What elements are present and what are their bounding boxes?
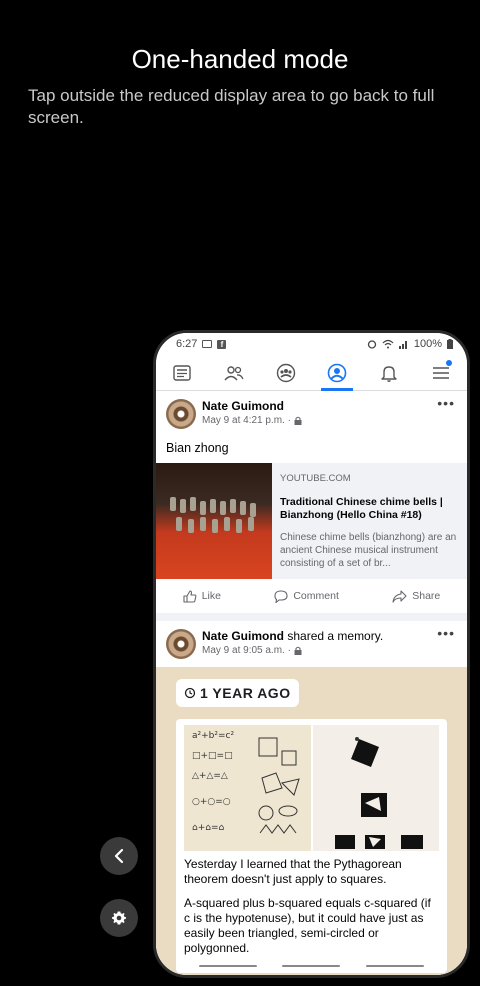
wifi-icon [382,339,394,349]
memory-post-card: Nate Guimond shared a memory. May 9 at 9… [156,621,467,975]
comment-button[interactable]: Comment [274,589,339,603]
tab-news-feed[interactable] [162,355,202,391]
lock-icon [294,646,302,655]
memory-card: a²+b²=c² □+□=□ △+△=△ ○+○=○ ⌂+⌂=⌂ Yesterd… [176,719,447,973]
one-handed-title: One-handed mode [131,44,349,74]
memory-badge: 1 YEAR AGO [176,679,299,707]
tab-profile[interactable] [317,355,357,391]
memory-content[interactable]: 1 YEAR AGO a²+b²=c² □+□=□ △+△=△ ○+○=○ ⌂+… [156,667,467,975]
tab-menu[interactable] [421,355,461,391]
navigation-gesture-bar [156,965,467,971]
facebook-notification-icon: f [217,339,227,349]
image-notification-icon [202,340,213,348]
groups-icon [276,363,295,382]
status-time: 6:27 [176,338,198,350]
share-icon [392,589,407,603]
post-timestamp[interactable]: May 9 at 4:21 p.m. · [202,415,291,426]
switch-side-button[interactable] [100,837,138,875]
post-timestamp[interactable]: May 9 at 9:05 a.m. · [202,645,291,656]
post-options-icon[interactable]: ••• [437,395,455,411]
tab-groups[interactable] [266,355,306,391]
post-author[interactable]: Nate Guimond [202,629,284,643]
link-preview[interactable]: YOUTUBE.COM Traditional Chinese chime be… [156,463,467,579]
profile-icon [328,363,347,382]
post-options-icon[interactable]: ••• [437,625,455,641]
post-action-text: shared a memory. [287,629,384,643]
comment-icon [274,589,288,603]
battery-percent: 100% [413,338,442,350]
notification-dot [446,359,453,366]
link-description: Chinese chime bells (bianzhong) are an a… [280,532,457,569]
bell-icon [381,365,397,382]
video-thumbnail[interactable] [156,463,272,579]
thumbs-up-icon [183,589,197,603]
alarm-icon [367,340,377,349]
sketch-image-left: a²+b²=c² □+□=□ △+△=△ ○+○=○ ⌂+⌂=⌂ [184,725,311,851]
sketch-image-right [312,725,439,851]
comment-label: Comment [293,590,339,602]
share-button[interactable]: Share [392,589,441,603]
reduced-display[interactable]: 6:27 f 100% Nate Guimond May 9 at 4:21 p… [153,330,470,978]
post-author[interactable]: Nate Guimond [202,399,284,413]
post-actions: Like Comment Share [156,579,467,613]
menu-icon [433,366,450,379]
avatar[interactable] [166,399,196,429]
post-text: Bian zhong [166,441,229,455]
history-icon [184,687,196,699]
status-bar: 6:27 f 100% [156,333,467,355]
like-button[interactable]: Like [183,589,221,603]
post-card: Nate Guimond May 9 at 4:21 p.m. · ••• Bi… [156,391,467,613]
chevron-left-icon [114,848,124,864]
share-label: Share [412,590,441,602]
tab-notifications[interactable] [369,355,409,391]
memory-paragraph-2: A-squared plus b-squared equals c-square… [184,896,431,955]
like-label: Like [201,590,221,602]
tab-friends[interactable] [214,355,254,391]
friends-icon [224,365,244,380]
one-handed-description: Tap outside the reduced display area to … [28,86,435,127]
facebook-nav-bar [156,355,467,391]
link-title: Traditional Chinese chime bells | Bianzh… [280,496,443,521]
gear-icon [112,911,126,925]
avatar[interactable] [166,629,196,659]
news-feed-icon [173,364,191,381]
lock-icon [294,416,302,425]
memory-paragraph-1: Yesterday I learned that the Pythagorean… [184,857,402,886]
signal-icon [398,341,407,349]
settings-button[interactable] [100,899,138,937]
memory-badge-label: 1 YEAR AGO [200,685,291,701]
link-source: YOUTUBE.COM [280,473,351,484]
battery-icon [447,339,453,349]
